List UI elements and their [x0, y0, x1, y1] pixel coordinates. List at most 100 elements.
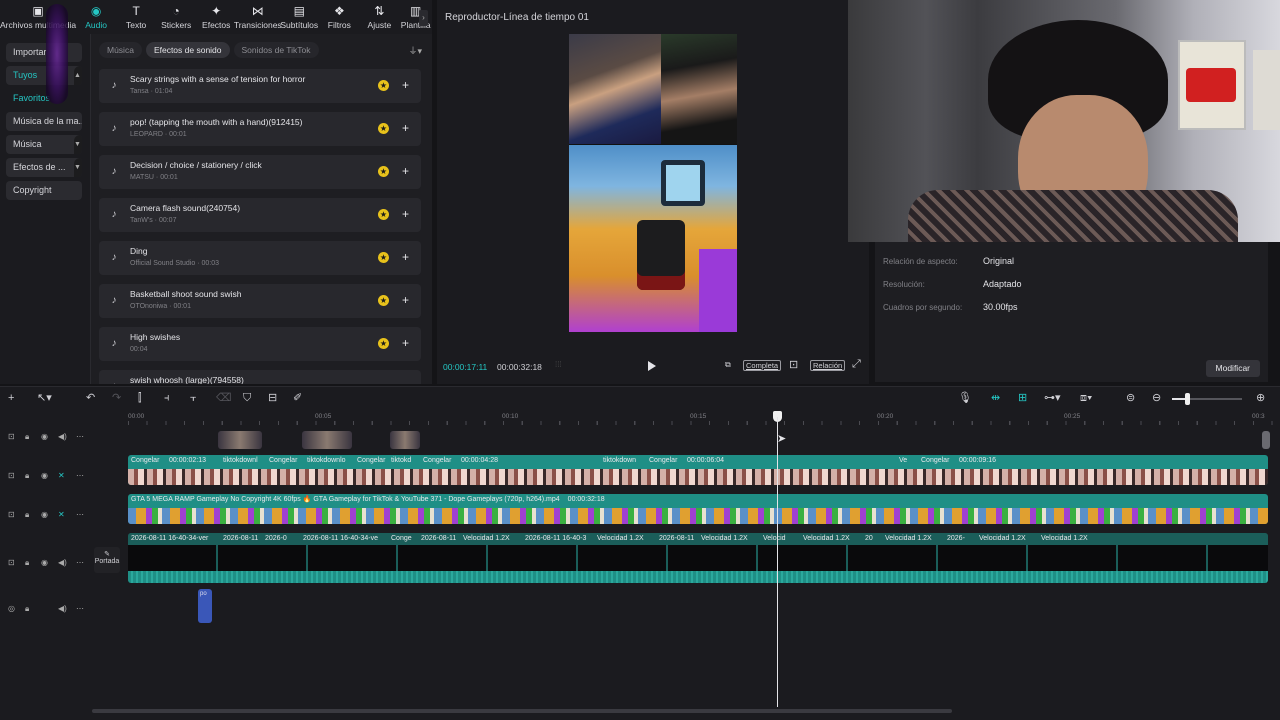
timeline-clip-main-track[interactable]: 2026-08-11 16-40-34-ver 2026-08-11 2026-0 2… — [128, 533, 1268, 583]
zoom-in-icon[interactable]: ⊕ — [1256, 392, 1265, 405]
link-icon[interactable]: ⊶▾ — [1044, 392, 1061, 405]
tool-audio[interactable]: ◉ Audio — [76, 0, 116, 34]
tool-filters[interactable]: ❖ Filtros — [319, 0, 359, 34]
eye-icon[interactable]: ◉ — [41, 558, 48, 568]
toolbar-more-button[interactable]: › — [419, 10, 428, 26]
favorite-star-icon[interactable]: ★ — [378, 295, 389, 306]
volume-icon[interactable]: ◀) — [58, 432, 67, 442]
sidebar-item-sound-effects[interactable]: Efectos de ... ▼ — [6, 158, 82, 177]
cover-button[interactable]: ✎ Portada — [94, 547, 120, 573]
sound-item[interactable]: ♪ Camera flash sound(240754) TanW's · 00… — [99, 198, 421, 232]
auto-cut-icon[interactable]: ✐ — [293, 392, 302, 405]
tool-stickers[interactable]: ◔ Stickers — [156, 0, 196, 34]
main-track-magnet-icon[interactable]: ⇹ — [991, 392, 1000, 405]
eye-icon[interactable]: ◉ — [41, 471, 48, 481]
timeline-clip-cam-track[interactable]: Congelar 00:00:02:13 tiktokdownl Congelar ti… — [128, 455, 1268, 485]
fullscreen-icon[interactable]: ⤢ — [852, 358, 861, 371]
volume-icon[interactable]: ◀) — [58, 558, 67, 568]
microphone-icon[interactable]: 🎙 — [958, 392, 972, 405]
more-icon[interactable]: ⋯ — [76, 510, 84, 520]
timeline-grid-icon[interactable]: ⁞⁞⁞ — [555, 360, 562, 369]
sound-item[interactable]: ♪ High swishes 00:04 ★ + — [99, 327, 421, 361]
favorite-star-icon[interactable]: ★ — [378, 338, 389, 349]
split-left-icon[interactable]: ⫞ — [164, 392, 170, 405]
sidebar-item-import[interactable]: Importar — [6, 43, 82, 62]
sound-item[interactable]: ♪ Basketball shoot sound swish OTOnoniwa… — [99, 284, 421, 318]
redo-icon[interactable]: ↷ — [112, 392, 121, 405]
eye-icon[interactable]: ◉ — [41, 432, 48, 442]
more-icon[interactable]: ⋯ — [76, 471, 84, 481]
more-icon[interactable]: ⋯ — [76, 558, 84, 568]
timeline-clip[interactable] — [390, 431, 420, 449]
lock-icon[interactable]: 🔒︎ — [25, 558, 29, 568]
mute-icon[interactable]: ✕ — [58, 510, 65, 520]
tool-effects[interactable]: ✦ Efectos — [196, 0, 236, 34]
marker-icon[interactable]: ⛉ — [243, 392, 251, 405]
add-sound-button[interactable]: + — [402, 207, 409, 221]
crop-icon[interactable]: ⧉ — [725, 360, 731, 370]
snapshot-icon[interactable]: ⊡ — [789, 358, 798, 371]
lock-icon[interactable]: 🔒︎ — [25, 510, 29, 520]
sidebar-item-favorites[interactable]: Favoritos — [6, 89, 82, 108]
video-preview[interactable] — [569, 34, 737, 332]
select-tool-icon[interactable]: ↖▾ — [37, 392, 52, 405]
timeline-clip[interactable] — [1262, 431, 1270, 449]
eye-icon[interactable]: ◉ — [41, 510, 48, 520]
delete-icon[interactable]: ⌫ — [216, 392, 232, 405]
sound-item[interactable]: ♪ Decision / choice / stationery / click… — [99, 155, 421, 189]
complete-button[interactable]: Completa — [743, 360, 782, 371]
add-sound-button[interactable]: + — [402, 121, 409, 135]
favorite-star-icon[interactable]: ★ — [378, 252, 389, 263]
timeline-clip[interactable] — [218, 431, 262, 449]
preview-axis-icon[interactable]: ⧈▾ — [1080, 392, 1092, 405]
tool-text[interactable]: T Texto — [116, 0, 156, 34]
sound-item[interactable]: ♪ Ding Official Sound Studio · 00:03 ★ + — [99, 241, 421, 275]
lock-icon[interactable]: 🔒︎ — [25, 604, 29, 614]
add-sound-button[interactable]: + — [402, 250, 409, 264]
add-sound-button[interactable]: + — [402, 78, 409, 92]
track-box-icon[interactable]: ⊡ — [8, 510, 15, 520]
play-button[interactable] — [648, 361, 656, 371]
timeline-clip[interactable] — [302, 431, 352, 449]
tool-adjust[interactable]: ⇅ Ajuste — [359, 0, 399, 34]
track-box-icon[interactable]: ⊡ — [8, 558, 15, 568]
tool-subtitles[interactable]: ▤ Subtítulos — [279, 0, 319, 34]
split-icon[interactable]: ⫿ — [138, 392, 142, 405]
tab-sound-effects[interactable]: Efectos de sonido — [145, 42, 230, 58]
timeline-scrollbar[interactable] — [92, 709, 952, 713]
favorite-star-icon[interactable]: ★ — [378, 80, 389, 91]
lock-icon[interactable]: 🔒︎ — [25, 471, 29, 481]
add-sound-button[interactable]: + — [402, 293, 409, 307]
sidebar-item-brand-music[interactable]: Música de la ma... — [6, 112, 82, 131]
sidebar-item-yours[interactable]: Tuyos ▲ — [6, 66, 82, 85]
audio-track-icon[interactable]: ◎ — [8, 604, 15, 614]
auto-snap-icon[interactable]: ⊞ — [1018, 392, 1027, 405]
tool-transitions[interactable]: ⋈ Transiciones — [234, 0, 282, 34]
add-sound-button[interactable]: + — [402, 336, 409, 350]
zoom-handle[interactable] — [1185, 393, 1190, 405]
undo-icon[interactable]: ↶ — [86, 392, 95, 405]
modify-button[interactable]: Modificar — [1205, 360, 1260, 377]
timeline-clip-gameplay[interactable]: GTA 5 MEGA RAMP Gameplay No Copyright 4K… — [128, 494, 1268, 524]
freeze-icon[interactable]: ⊟ — [268, 392, 277, 405]
add-sound-button[interactable]: + — [402, 164, 409, 178]
sidebar-item-copyright[interactable]: Copyright — [6, 181, 82, 200]
filter-icon[interactable]: ⏚▾ — [408, 44, 422, 57]
zoom-out-icon[interactable]: ⊖ — [1152, 392, 1161, 405]
add-track-icon[interactable]: + — [8, 392, 14, 405]
favorite-star-icon[interactable]: ★ — [378, 123, 389, 134]
time-ruler[interactable]: 00:00 00:05 00:10 00:15 00:20 00:25 00:3 — [128, 413, 1280, 425]
more-icon[interactable]: ⋯ — [76, 432, 84, 442]
sound-item[interactable]: ♪ Scary strings with a sense of tension … — [99, 69, 421, 103]
tab-music[interactable]: Música — [99, 42, 142, 58]
playhead[interactable] — [777, 417, 778, 707]
tab-tiktok-sounds[interactable]: Sonidos de TikTok — [233, 42, 319, 58]
more-icon[interactable]: ⋯ — [76, 604, 84, 614]
favorite-star-icon[interactable]: ★ — [378, 209, 389, 220]
track-box-icon[interactable]: ⊡ — [8, 432, 15, 442]
volume-icon[interactable]: ◀) — [58, 604, 67, 614]
sound-item[interactable]: ♪ pop! (tapping the mouth with a hand)(9… — [99, 112, 421, 146]
track-box-icon[interactable]: ⊡ — [8, 471, 15, 481]
caption-icon[interactable]: ⊜ — [1126, 392, 1135, 405]
lock-icon[interactable]: 🔒︎ — [25, 432, 29, 442]
